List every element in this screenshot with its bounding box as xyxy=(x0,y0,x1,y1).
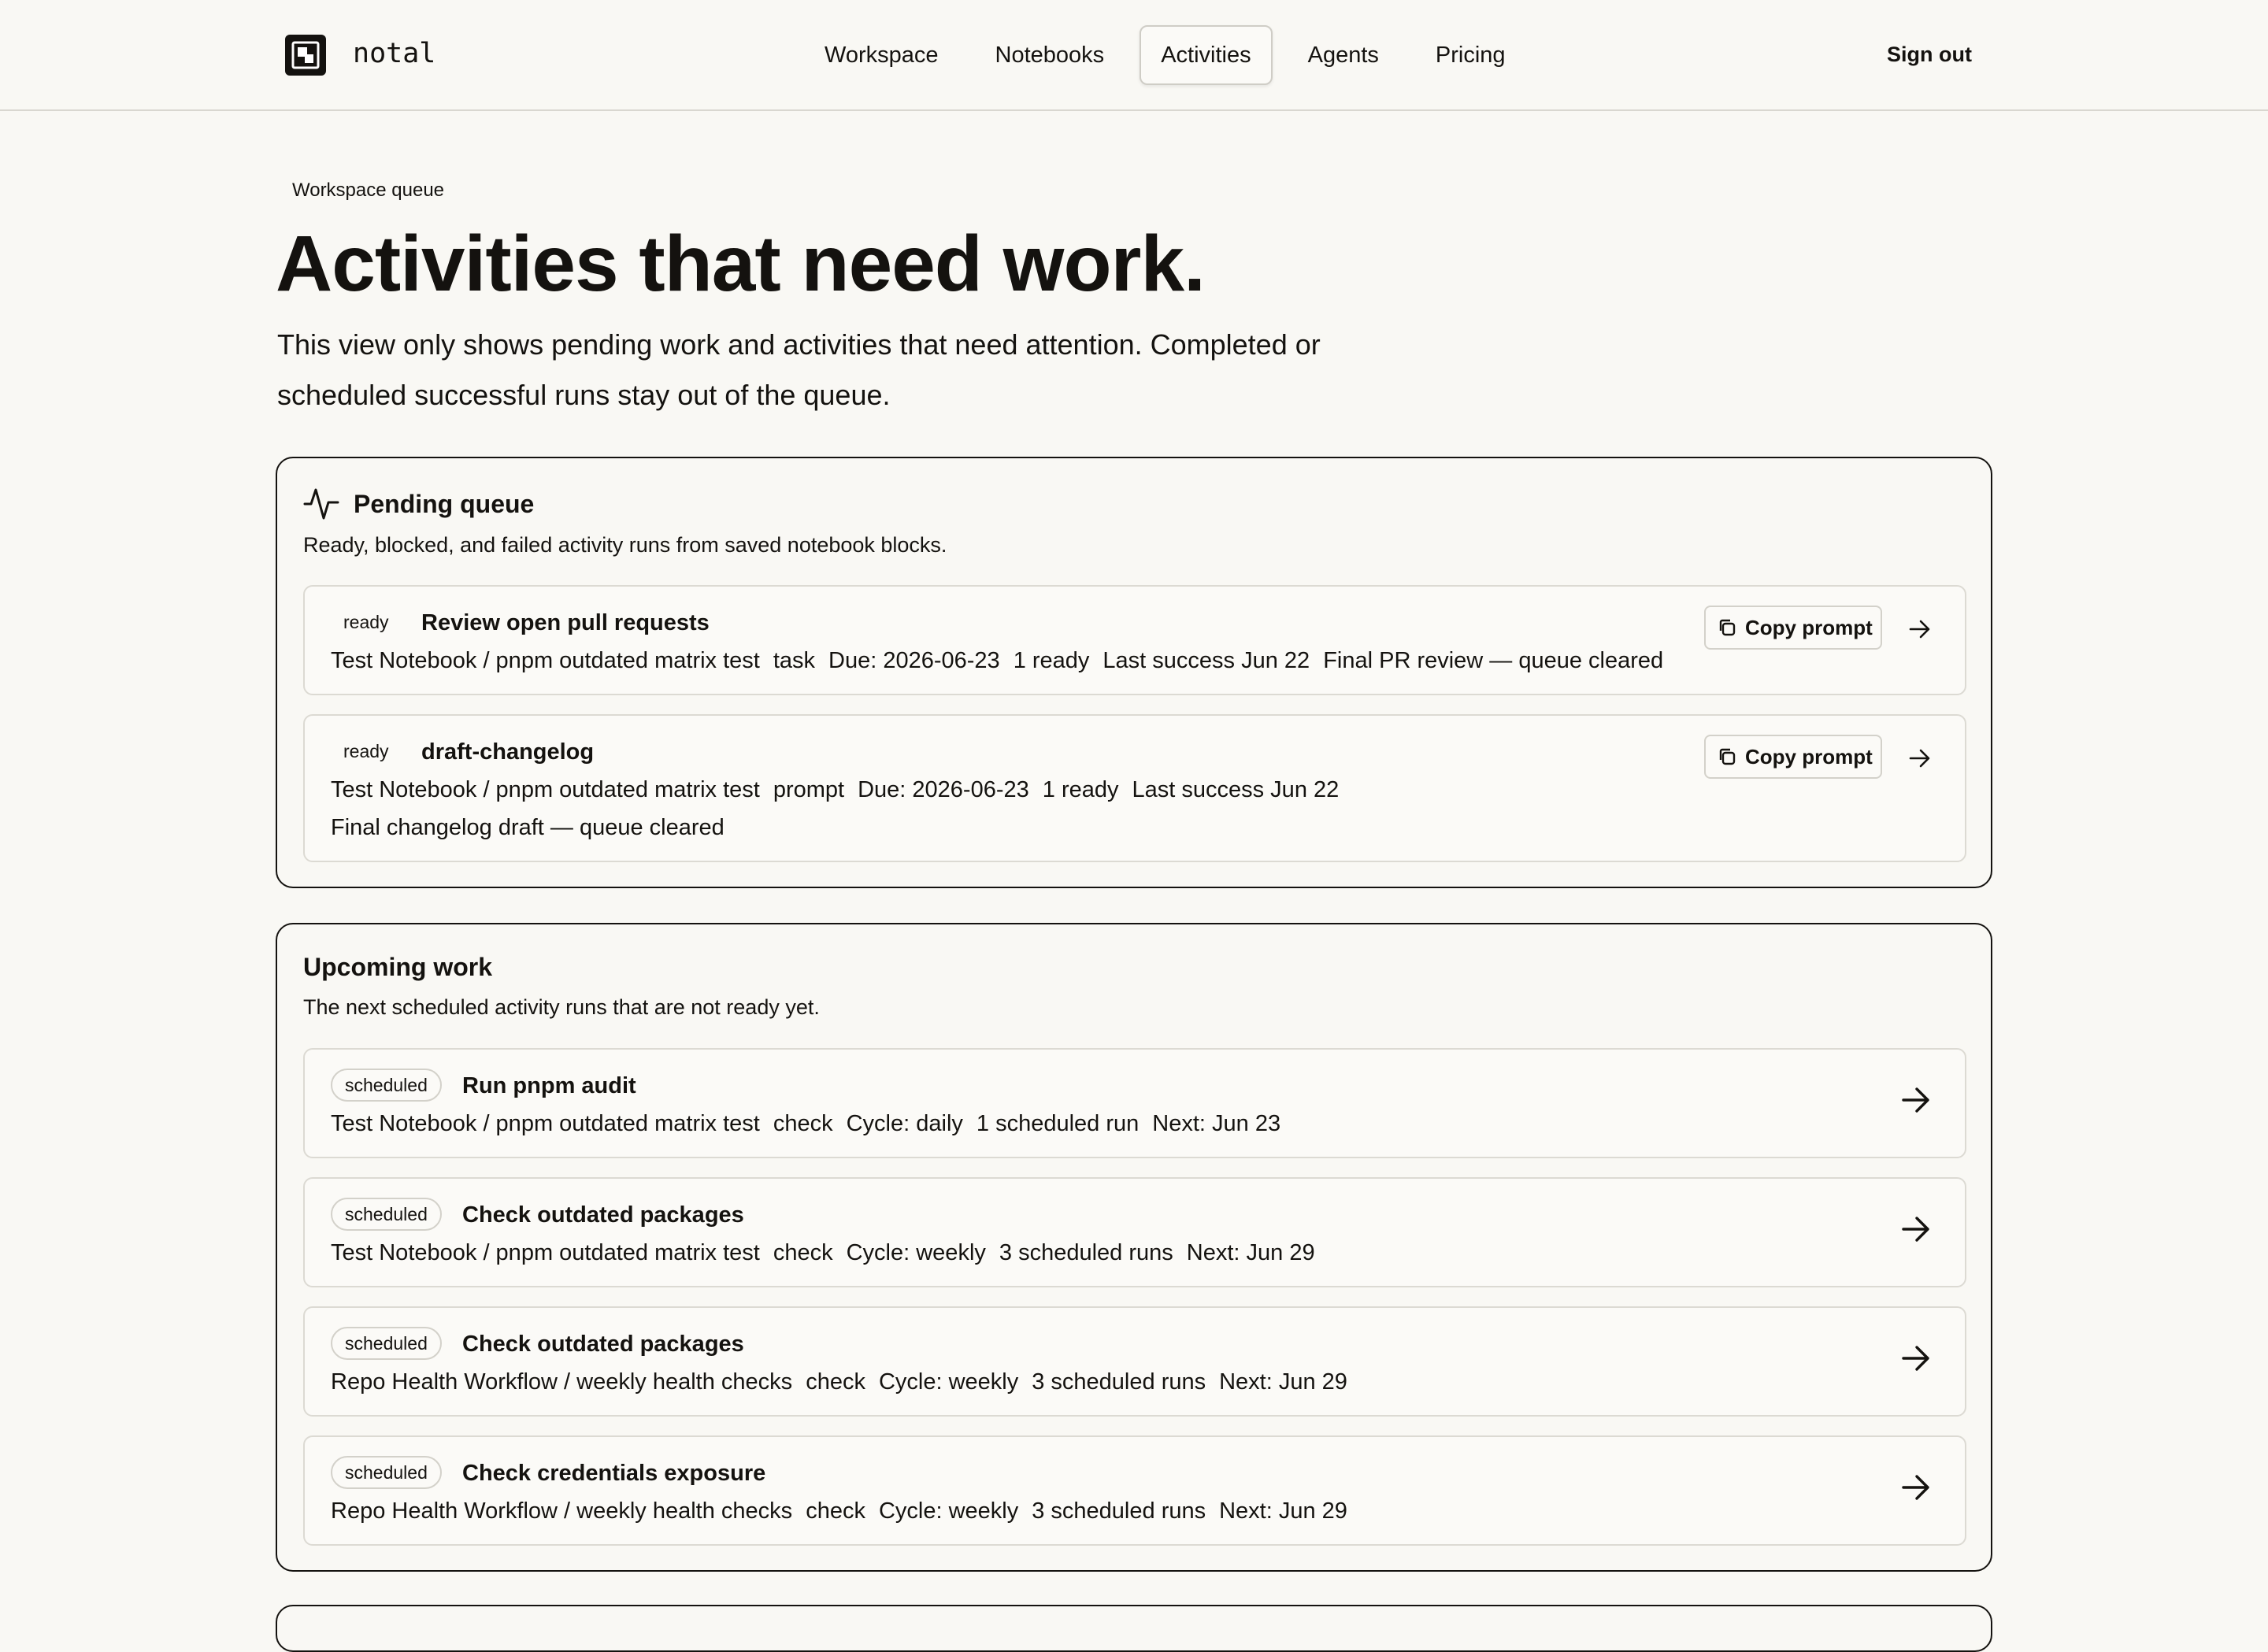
logo-icon[interactable] xyxy=(285,35,326,76)
pending-queue-title: Pending queue xyxy=(354,490,535,518)
pending-row[interactable]: ready draft-changelog Test Notebook / pn… xyxy=(303,714,1966,862)
copy-prompt-button[interactable]: Copy prompt xyxy=(1704,735,1882,779)
eyebrow-label: Workspace queue xyxy=(292,180,445,201)
meta-kind: task xyxy=(773,648,816,673)
upcoming-work-title: Upcoming work xyxy=(303,953,493,981)
meta-notebook-path: Test Notebook / pnpm outdated matrix tes… xyxy=(331,648,760,673)
upcoming-row[interactable]: scheduled Run pnpm audit Test Notebook /… xyxy=(303,1048,1966,1158)
arrow-right-icon[interactable] xyxy=(1900,1343,1932,1374)
activity-pulse-icon xyxy=(303,488,339,520)
meta-run-count: 3 scheduled runs xyxy=(1032,1498,1206,1524)
upcoming-row[interactable]: scheduled Check outdated packages Test N… xyxy=(303,1177,1966,1287)
pending-queue-card: Pending queue Ready, blocked, and failed… xyxy=(276,457,1992,888)
nav-agents[interactable]: Agents xyxy=(1287,25,1400,85)
activity-meta: Repo Health Workflow / weekly health che… xyxy=(331,1498,1347,1524)
status-badge: scheduled xyxy=(331,1456,442,1489)
meta-due: Due: 2026-06-23 xyxy=(828,648,1000,673)
activity-meta: Test Notebook / pnpm outdated matrix tes… xyxy=(331,777,1339,803)
arrow-right-icon[interactable] xyxy=(1908,618,1932,640)
activity-title: draft-changelog xyxy=(421,739,595,765)
activity-meta: Test Notebook / pnpm outdated matrix tes… xyxy=(331,648,1663,674)
sign-out-link[interactable]: Sign out xyxy=(1887,43,1972,67)
meta-run-count: 1 scheduled run xyxy=(976,1111,1140,1136)
activity-title: Check credentials exposure xyxy=(462,1461,766,1486)
meta-last-success: Last success Jun 22 xyxy=(1132,777,1340,802)
meta-cycle: Cycle: weekly xyxy=(878,1369,1019,1395)
meta-kind: check xyxy=(773,1240,833,1265)
meta-cycle: Cycle: weekly xyxy=(846,1240,986,1265)
arrow-right-icon[interactable] xyxy=(1900,1084,1932,1116)
upcoming-work-card: Upcoming work The next scheduled activit… xyxy=(276,923,1992,1572)
pending-queue-subtitle: Ready, blocked, and failed activity runs… xyxy=(303,533,947,557)
pending-row[interactable]: ready Review open pull requests Test Not… xyxy=(303,585,1966,695)
meta-kind: prompt xyxy=(773,777,845,802)
page-description: This view only shows pending work and ac… xyxy=(277,328,1321,411)
meta-next: Next: Jun 29 xyxy=(1219,1498,1347,1524)
meta-due: Due: 2026-06-23 xyxy=(858,777,1029,802)
next-section-card xyxy=(276,1605,1992,1652)
meta-run-count: 3 scheduled runs xyxy=(999,1240,1173,1265)
meta-note: Final changelog draft — queue cleared xyxy=(331,815,724,840)
meta-notebook-path: Test Notebook / pnpm outdated matrix tes… xyxy=(331,777,760,802)
activity-title: Check outdated packages xyxy=(462,1202,744,1228)
nav-notebooks[interactable]: Notebooks xyxy=(974,25,1126,85)
meta-last-success: Last success Jun 22 xyxy=(1102,648,1310,673)
meta-ready-count: 1 ready xyxy=(1042,777,1119,802)
status-badge: scheduled xyxy=(331,1069,442,1102)
meta-kind: check xyxy=(773,1111,833,1136)
copy-icon xyxy=(1719,619,1736,636)
meta-notebook-path: Repo Health Workflow / weekly health che… xyxy=(331,1369,793,1395)
meta-next: Next: Jun 29 xyxy=(1219,1369,1347,1395)
meta-ready-count: 1 ready xyxy=(1013,648,1090,673)
arrow-right-icon[interactable] xyxy=(1900,1472,1932,1503)
meta-cycle: Cycle: weekly xyxy=(878,1498,1019,1524)
meta-kind: check xyxy=(806,1498,865,1524)
upcoming-work-subtitle: The next scheduled activity runs that ar… xyxy=(303,995,820,1019)
meta-notebook-path: Repo Health Workflow / weekly health che… xyxy=(331,1498,793,1524)
arrow-right-icon[interactable] xyxy=(1900,1213,1932,1245)
upcoming-row[interactable]: scheduled Check outdated packages Repo H… xyxy=(303,1306,1966,1417)
activity-meta: Test Notebook / pnpm outdated matrix tes… xyxy=(331,1240,1315,1266)
copy-prompt-label: Copy prompt xyxy=(1745,615,1873,639)
meta-cycle: Cycle: daily xyxy=(846,1111,963,1136)
meta-notebook-path: Test Notebook / pnpm outdated matrix tes… xyxy=(331,1111,760,1136)
arrow-right-icon[interactable] xyxy=(1908,747,1932,769)
status-badge: ready xyxy=(343,612,389,632)
logo-text[interactable]: notal xyxy=(353,38,435,69)
meta-kind: check xyxy=(806,1369,865,1395)
meta-next: Next: Jun 23 xyxy=(1152,1111,1281,1136)
activity-meta: Test Notebook / pnpm outdated matrix tes… xyxy=(331,1111,1280,1137)
page-title: Activities that need work. xyxy=(276,220,1206,308)
copy-icon xyxy=(1719,748,1736,765)
status-badge: scheduled xyxy=(331,1198,442,1231)
activity-title: Check outdated packages xyxy=(462,1332,744,1357)
meta-next: Next: Jun 29 xyxy=(1186,1240,1315,1265)
nav-activities[interactable]: Activities xyxy=(1140,25,1273,85)
status-badge: scheduled xyxy=(331,1327,442,1360)
activity-meta: Repo Health Workflow / weekly health che… xyxy=(331,1369,1347,1395)
top-navigation-bar: notal Workspace Notebooks Activities Age… xyxy=(0,0,2268,111)
upcoming-row[interactable]: scheduled Check credentials exposure Rep… xyxy=(303,1435,1966,1546)
copy-prompt-label: Copy prompt xyxy=(1745,744,1873,769)
copy-prompt-button[interactable]: Copy prompt xyxy=(1704,606,1882,650)
status-badge: ready xyxy=(343,741,389,761)
nav-pricing[interactable]: Pricing xyxy=(1414,25,1527,85)
meta-note: Final PR review — queue cleared xyxy=(1323,648,1664,673)
nav-workspace[interactable]: Workspace xyxy=(803,25,960,85)
meta-run-count: 3 scheduled runs xyxy=(1032,1369,1206,1395)
main-nav: Workspace Notebooks Activities Agents Pr… xyxy=(803,25,1541,85)
meta-notebook-path: Test Notebook / pnpm outdated matrix tes… xyxy=(331,1240,760,1265)
activity-title: Review open pull requests xyxy=(421,610,710,635)
activity-title: Run pnpm audit xyxy=(462,1073,636,1098)
